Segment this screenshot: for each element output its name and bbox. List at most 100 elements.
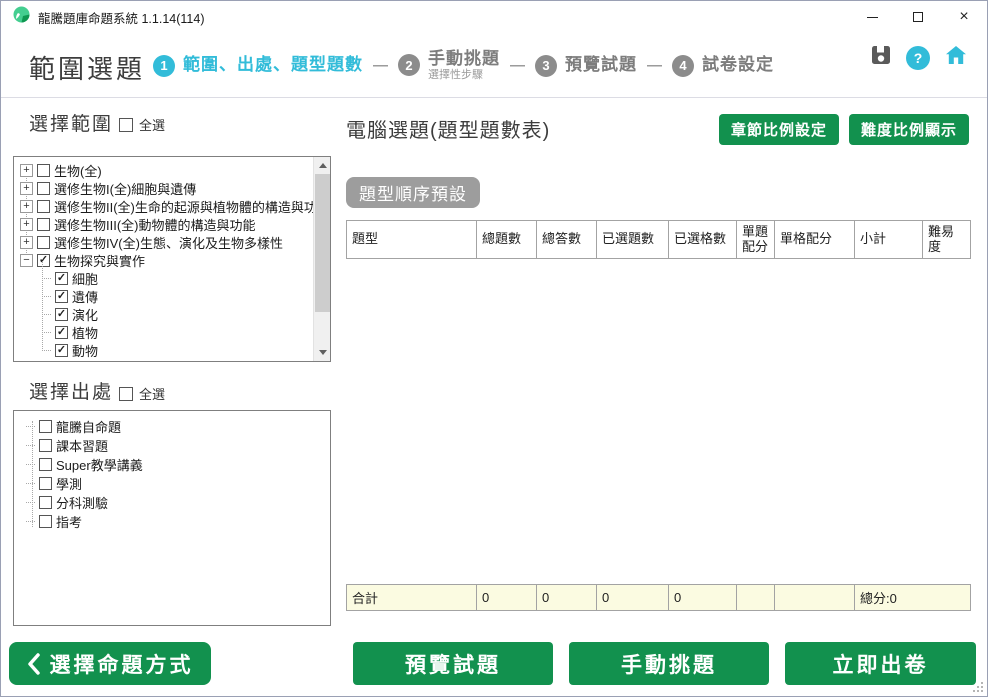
list-item-checkbox[interactable]: [39, 477, 52, 490]
tree-item-checkbox[interactable]: [55, 326, 68, 339]
step-3[interactable]: 3預覽試題: [535, 55, 637, 77]
tree-item-checkbox[interactable]: [55, 272, 68, 285]
tree-item-checkbox[interactable]: [37, 164, 50, 177]
list-item[interactable]: 課本習題: [14, 436, 330, 455]
list-item-checkbox[interactable]: [39, 420, 52, 433]
total-cell: 0: [597, 585, 669, 610]
source-list-panel: 龍騰自命題課本習題Super教學講義學測分科測驗指考: [13, 410, 331, 626]
manual-pick-button[interactable]: 手動挑題: [569, 642, 769, 685]
tree-item[interactable]: + 選修生物II(全)生命的起源與植物體的構造與功能: [14, 197, 330, 215]
list-item[interactable]: 龍騰自命題: [14, 417, 330, 436]
tree-item-checkbox[interactable]: [37, 236, 50, 249]
expand-icon[interactable]: +: [20, 164, 33, 177]
generate-paper-button[interactable]: 立即出卷: [785, 642, 976, 685]
expand-icon[interactable]: +: [20, 182, 33, 195]
step-separator: —: [510, 57, 525, 74]
column-header[interactable]: 題型: [347, 221, 477, 258]
tree-connector: [26, 483, 35, 484]
tree-item[interactable]: +選修生物IV(全)生態、演化及生物多樣性: [14, 233, 330, 251]
home-icon[interactable]: [945, 45, 967, 70]
page-title: 範圍選題: [29, 49, 145, 86]
collapse-icon[interactable]: −: [20, 254, 33, 267]
expand-icon[interactable]: +: [20, 200, 33, 213]
tree-item[interactable]: 動物: [14, 341, 330, 359]
step-number-badge: 1: [153, 55, 175, 77]
scope-select-all[interactable]: 全選: [119, 115, 165, 134]
tree-connector: [26, 426, 35, 427]
tree-item-label: 選修生物II(全)生命的起源與植物體的構造與功能: [54, 197, 330, 216]
source-select-all-checkbox[interactable]: [119, 387, 133, 401]
tree-item-checkbox[interactable]: [55, 290, 68, 303]
tree-item[interactable]: −生物探究與實作: [14, 251, 330, 269]
scope-select-all-checkbox[interactable]: [119, 118, 133, 132]
chapter-ratio-button[interactable]: 章節比例設定: [719, 114, 839, 145]
scroll-thumb[interactable]: [315, 174, 330, 312]
save-icon[interactable]: [871, 45, 891, 70]
app-logo-icon: [13, 6, 30, 28]
step-separator: —: [373, 57, 388, 74]
list-item[interactable]: Super教學講義: [14, 455, 330, 474]
scroll-down-icon[interactable]: [314, 344, 331, 361]
help-icon[interactable]: ?: [906, 46, 930, 70]
resize-grip[interactable]: [981, 690, 983, 692]
difficulty-ratio-button[interactable]: 難度比例顯示: [849, 114, 969, 145]
tree-item-checkbox[interactable]: [37, 182, 50, 195]
step-1[interactable]: 1範圍、出處、題型題數: [153, 55, 363, 77]
list-item-checkbox[interactable]: [39, 439, 52, 452]
preview-questions-button[interactable]: 預覽試題: [353, 642, 553, 685]
computer-selection-title: 電腦選題(題型題數表): [346, 114, 550, 143]
list-item-checkbox[interactable]: [39, 496, 52, 509]
tree-item[interactable]: +選修生物I(全)細胞與遺傳: [14, 179, 330, 197]
tree-item[interactable]: +選修生物III(全)動物體的構造與功能: [14, 215, 330, 233]
scope-scrollbar[interactable]: [313, 157, 330, 361]
list-item-label: 龍騰自命題: [56, 417, 121, 436]
list-item-checkbox[interactable]: [39, 515, 52, 528]
step-4[interactable]: 4試卷設定: [672, 55, 774, 77]
step-separator: —: [647, 57, 662, 74]
tree-item[interactable]: 演化: [14, 305, 330, 323]
back-to-method-button[interactable]: 選擇命題方式: [9, 642, 211, 685]
list-item[interactable]: 指考: [14, 512, 330, 531]
source-select-all[interactable]: 全選: [119, 384, 165, 403]
tree-item-checkbox[interactable]: [37, 254, 50, 267]
tree-item[interactable]: 植物: [14, 323, 330, 341]
tree-item[interactable]: 遺傳: [14, 287, 330, 305]
step-2[interactable]: 2手動挑題選擇性步驟: [398, 49, 500, 83]
expand-icon[interactable]: +: [20, 218, 33, 231]
tree-connector: [26, 521, 35, 522]
tree-item-checkbox[interactable]: [55, 308, 68, 321]
question-table-header: 題型總題數總答數已選題數已選格數單題配分單格配分小計難易度: [346, 220, 971, 259]
expand-icon[interactable]: +: [20, 236, 33, 249]
scope-tree-panel: +生物(全)+選修生物I(全)細胞與遺傳+選修生物II(全)生命的起源與植物體的…: [13, 156, 331, 362]
tree-connector: [26, 464, 35, 465]
column-header[interactable]: 已選題數: [597, 221, 669, 258]
computer-selection-panel: 電腦選題(題型題數表) 章節比例設定 難度比例顯示 題型順序預設 題型總題數總答…: [346, 98, 971, 631]
list-item-checkbox[interactable]: [39, 458, 52, 471]
column-header[interactable]: 小計: [855, 221, 923, 258]
minimize-button[interactable]: [849, 1, 895, 33]
tree-guide-line: [42, 261, 43, 351]
column-header[interactable]: 總題數: [477, 221, 537, 258]
column-header[interactable]: 總答數: [537, 221, 597, 258]
source-section-title: 選擇出處: [29, 377, 113, 404]
back-button-label: 選擇命題方式: [50, 649, 194, 679]
total-cell: [775, 585, 855, 610]
column-header[interactable]: 單題配分: [737, 221, 775, 258]
tree-item[interactable]: 細胞: [14, 269, 330, 287]
column-header[interactable]: 已選格數: [669, 221, 737, 258]
column-header[interactable]: 難易度: [923, 221, 970, 258]
tree-item-checkbox[interactable]: [55, 344, 68, 357]
scroll-up-icon[interactable]: [314, 157, 331, 174]
list-item[interactable]: 學測: [14, 474, 330, 493]
type-order-preset-button[interactable]: 題型順序預設: [346, 177, 480, 208]
maximize-button[interactable]: [895, 1, 941, 33]
tree-item-checkbox[interactable]: [37, 200, 50, 213]
tree-item[interactable]: +生物(全): [14, 161, 330, 179]
step-number-badge: 3: [535, 55, 557, 77]
column-header[interactable]: 單格配分: [775, 221, 855, 258]
tree-item-checkbox[interactable]: [37, 218, 50, 231]
scope-tree: +生物(全)+選修生物I(全)細胞與遺傳+選修生物II(全)生命的起源與植物體的…: [14, 157, 330, 361]
list-item-label: 學測: [56, 474, 82, 493]
list-item[interactable]: 分科測驗: [14, 493, 330, 512]
close-button[interactable]: ×: [941, 1, 987, 33]
